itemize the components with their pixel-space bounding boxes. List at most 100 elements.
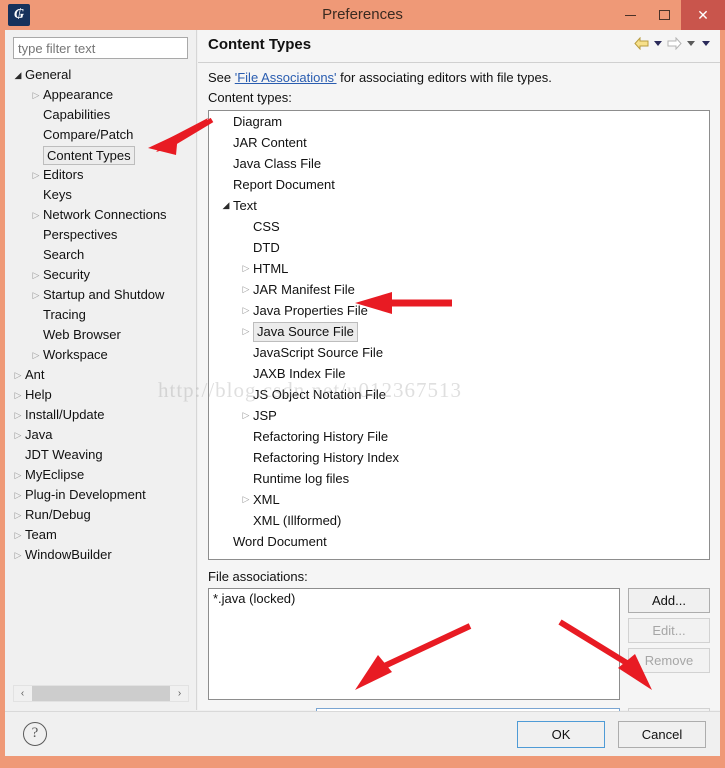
content-type-row[interactable]: Refactoring History File [209, 426, 709, 447]
file-association-buttons: Add... Edit... Remove [628, 588, 710, 678]
sidebar-horizontal-scrollbar[interactable]: ‹ › [13, 685, 189, 702]
content-type-row[interactable]: ▷ XML [209, 489, 709, 510]
minimize-button[interactable] [613, 0, 647, 30]
tree-expanded-icon[interactable]: ◢ [11, 65, 25, 85]
panel-menu-chevron-down-icon[interactable] [702, 41, 710, 46]
sidebar-item-help[interactable]: ▷ Help [5, 385, 196, 405]
sidebar-item-capabilities[interactable]: Capabilities [5, 105, 196, 125]
tree-collapsed-icon[interactable]: ▷ [11, 525, 25, 545]
tree-collapsed-icon[interactable]: ▷ [29, 285, 43, 305]
tree-collapsed-icon[interactable]: ▷ [11, 465, 25, 485]
content-type-row[interactable]: Refactoring History Index [209, 447, 709, 468]
content-type-row[interactable]: JS Object Notation File [209, 384, 709, 405]
tree-collapsed-icon[interactable]: ▷ [11, 365, 25, 385]
sidebar-item-label: Startup and Shutdow [43, 287, 165, 302]
preference-tree[interactable]: ◢ General ▷ Appearance Capabilities Compare… [5, 65, 196, 710]
content-type-row[interactable]: XML (Illformed) [209, 510, 709, 531]
tree-indent: ▷ Java Properties File [209, 303, 368, 318]
content-type-row[interactable]: JAR Content [209, 132, 709, 153]
sidebar-item-team[interactable]: ▷ Team [5, 525, 196, 545]
tree-collapsed-icon[interactable]: ▷ [11, 425, 25, 445]
sidebar-item-tracing[interactable]: Tracing [5, 305, 196, 325]
sidebar-item-run-debug[interactable]: ▷ Run/Debug [5, 505, 196, 525]
sidebar-item-editors[interactable]: ▷ Editors [5, 165, 196, 185]
content-type-row[interactable]: ▷ JAR Manifest File [209, 279, 709, 300]
tree-collapsed-icon[interactable]: ▷ [239, 489, 253, 510]
scrollbar-thumb[interactable] [32, 686, 170, 701]
sidebar-item-startup-and-shutdow[interactable]: ▷ Startup and Shutdow [5, 285, 196, 305]
tree-collapsed-icon[interactable]: ▷ [29, 85, 43, 105]
sidebar-item-perspectives[interactable]: Perspectives [5, 225, 196, 245]
sidebar-item-general[interactable]: ◢ General [5, 65, 196, 85]
tree-collapsed-icon[interactable]: ▷ [29, 345, 43, 365]
sidebar-item-keys[interactable]: Keys [5, 185, 196, 205]
sidebar-item-label: Team [25, 527, 57, 542]
add-button[interactable]: Add... [628, 588, 710, 613]
file-associations-link[interactable]: 'File Associations' [235, 70, 337, 85]
content-type-row[interactable]: ▷ JSP [209, 405, 709, 426]
tree-collapsed-icon[interactable]: ▷ [239, 258, 253, 279]
file-associations-list[interactable]: *.java (locked) [208, 588, 620, 700]
tree-collapsed-icon[interactable]: ▷ [29, 205, 43, 225]
sidebar-item-myeclipse[interactable]: ▷ MyEclipse [5, 465, 196, 485]
tree-expanded-icon[interactable]: ◢ [219, 195, 233, 216]
content-type-row[interactable]: JAXB Index File [209, 363, 709, 384]
cancel-button[interactable]: Cancel [618, 721, 706, 748]
maximize-button[interactable] [647, 0, 681, 30]
content-type-row[interactable]: DTD [209, 237, 709, 258]
sidebar-item-web-browser[interactable]: Web Browser [5, 325, 196, 345]
content-type-label: JAR Manifest File [253, 282, 355, 297]
tree-collapsed-icon[interactable]: ▷ [239, 279, 253, 300]
sidebar-item-ant[interactable]: ▷ Ant [5, 365, 196, 385]
tree-collapsed-icon[interactable]: ▷ [11, 545, 25, 565]
tree-collapsed-icon[interactable]: ▷ [239, 321, 253, 342]
sidebar-item-jdt-weaving[interactable]: JDT Weaving [5, 445, 196, 465]
content-type-row[interactable]: JavaScript Source File [209, 342, 709, 363]
help-question-icon[interactable]: ? [23, 722, 47, 746]
content-type-row[interactable]: ▷ Java Source File [209, 321, 709, 342]
filter-input[interactable] [13, 37, 188, 59]
sidebar-item-install-update[interactable]: ▷ Install/Update [5, 405, 196, 425]
sidebar-item-workspace[interactable]: ▷ Workspace [5, 345, 196, 365]
tree-collapsed-icon[interactable]: ▷ [239, 405, 253, 426]
scroll-right-icon[interactable]: › [171, 686, 188, 701]
sidebar-item-java[interactable]: ▷ Java [5, 425, 196, 445]
tree-collapsed-icon[interactable]: ▷ [11, 485, 25, 505]
content-type-label: Refactoring History Index [253, 450, 399, 465]
sidebar-item-network-connections[interactable]: ▷ Network Connections [5, 205, 196, 225]
content-type-row[interactable]: Java Class File [209, 153, 709, 174]
tree-collapsed-icon[interactable]: ▷ [11, 385, 25, 405]
content-type-row[interactable]: ◢ Text [209, 195, 709, 216]
content-type-label: HTML [253, 261, 289, 276]
sidebar-item-content-types[interactable]: Content Types [5, 145, 196, 165]
content-type-row[interactable]: Word Document [209, 531, 709, 552]
sidebar-item-compare-patch[interactable]: Compare/Patch [5, 125, 196, 145]
tree-collapsed-icon[interactable]: ▷ [29, 165, 43, 185]
content-type-row[interactable]: Report Document [209, 174, 709, 195]
content-type-row[interactable]: Diagram [209, 111, 709, 132]
file-association-item[interactable]: *.java (locked) [209, 589, 619, 609]
content-type-row[interactable]: ▷ HTML [209, 258, 709, 279]
sidebar-item-search[interactable]: Search [5, 245, 196, 265]
back-arrow-icon[interactable] [634, 37, 649, 50]
content-types-list[interactable]: Diagram JAR Content Java Class File Repo… [208, 110, 710, 560]
scroll-left-icon[interactable]: ‹ [14, 686, 31, 701]
remove-button[interactable]: Remove [628, 648, 710, 673]
forward-dropdown-chevron-down-icon[interactable] [687, 41, 695, 46]
content-type-row[interactable]: Runtime log files [209, 468, 709, 489]
tree-collapsed-icon[interactable]: ▷ [11, 505, 25, 525]
sidebar-item-security[interactable]: ▷ Security [5, 265, 196, 285]
back-dropdown-chevron-down-icon[interactable] [654, 41, 662, 46]
ok-button[interactable]: OK [517, 721, 605, 748]
sidebar-item-appearance[interactable]: ▷ Appearance [5, 85, 196, 105]
sidebar-item-plug-in-development[interactable]: ▷ Plug-in Development [5, 485, 196, 505]
content-type-row[interactable]: ▷ Java Properties File [209, 300, 709, 321]
sidebar-item-label: WindowBuilder [25, 547, 112, 562]
tree-collapsed-icon[interactable]: ▷ [29, 265, 43, 285]
close-button[interactable]: ✕ [681, 0, 725, 30]
edit-button[interactable]: Edit... [628, 618, 710, 643]
content-type-row[interactable]: CSS [209, 216, 709, 237]
sidebar-item-windowbuilder[interactable]: ▷ WindowBuilder [5, 545, 196, 565]
tree-collapsed-icon[interactable]: ▷ [11, 405, 25, 425]
tree-collapsed-icon[interactable]: ▷ [239, 300, 253, 321]
